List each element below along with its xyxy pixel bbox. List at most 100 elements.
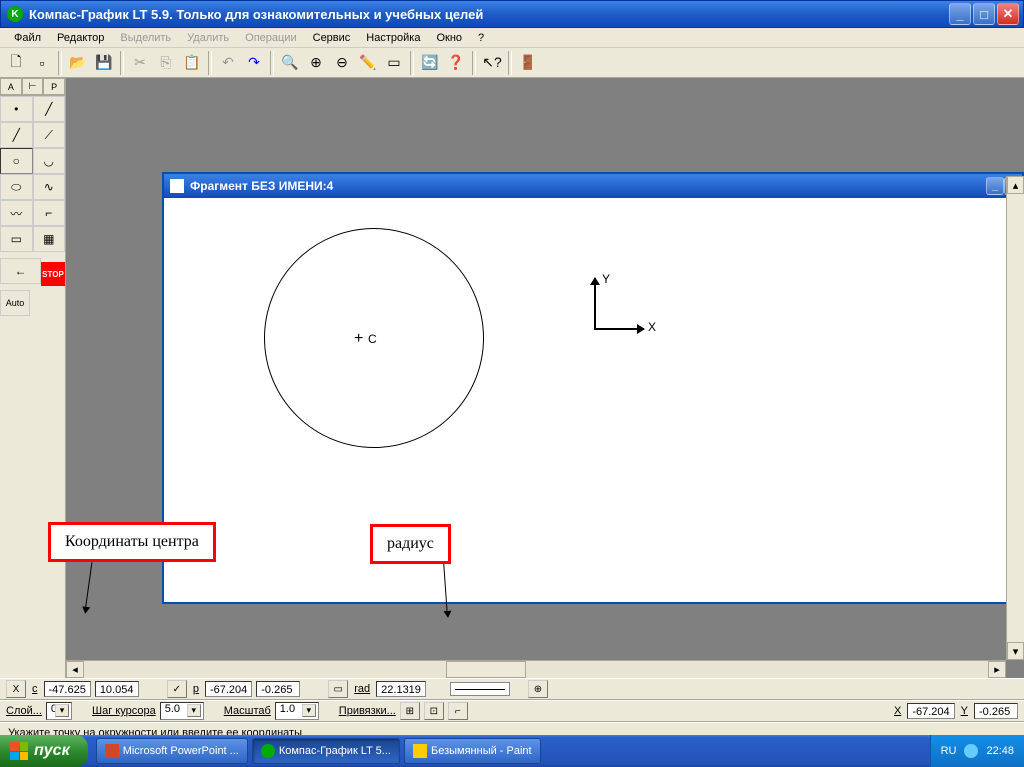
tool-rect[interactable]: ▭ (0, 226, 33, 252)
tool-hatch[interactable]: ▦ (33, 226, 66, 252)
taskbar-item-kompas[interactable]: Компас-График LT 5... (252, 738, 400, 764)
axes-toggle[interactable]: ⊕ (528, 680, 548, 698)
document-titlebar[interactable]: Фрагмент БЕЗ ИМЕНИ:4 _ □ (164, 174, 1022, 198)
main-area: A ⊢ P • ╱ ╱ ⟋ ○ ◡ ⬭ ∿ 〰 ⌐ ▭ ▦ ← STOP Aut… (0, 78, 1024, 678)
menu-window[interactable]: Окно (428, 30, 470, 46)
horizontal-scrollbar[interactable]: ◂ ▸ (66, 660, 1006, 678)
tool-back[interactable]: ← (0, 258, 41, 284)
windows-logo-icon (10, 742, 28, 760)
tool-point[interactable]: • (0, 96, 33, 122)
menu-editor[interactable]: Редактор (49, 30, 112, 46)
taskbar-item-powerpoint[interactable]: Microsoft PowerPoint ... (96, 738, 248, 764)
layer-selector[interactable]: 0 (46, 702, 72, 720)
menubar: Файл Редактор Выделить Удалить Операции … (0, 28, 1024, 48)
zoom-in-button[interactable]: ⊕ (304, 51, 328, 75)
start-button[interactable]: пуск (0, 735, 88, 767)
line-style-selector[interactable] (450, 682, 510, 696)
refresh-button[interactable]: 🔄 (418, 51, 442, 75)
workspace: Фрагмент БЕЗ ИМЕНИ:4 _ □ С Y X (66, 78, 1024, 678)
properties-button[interactable]: ❓ (444, 51, 468, 75)
taskbar-item-paint[interactable]: Безымянный - Paint (404, 738, 541, 764)
point-label: p (191, 683, 201, 695)
y-axis-label: Y (602, 272, 610, 286)
open-button[interactable]: 📂 (66, 51, 90, 75)
scroll-left-button[interactable]: ◂ (66, 661, 84, 678)
zoom-fit-button[interactable]: 🔍 (278, 51, 302, 75)
scale-label: Масштаб (224, 705, 271, 717)
window-controls: _ □ ✕ (949, 3, 1019, 25)
new-doc-button[interactable]: 🗋 (4, 51, 28, 75)
scroll-up-button[interactable]: ▴ (1007, 176, 1024, 194)
cursor-x-label: X (892, 705, 903, 717)
stop-button[interactable]: STOP (41, 262, 65, 286)
redo-button[interactable]: ↷ (242, 51, 266, 75)
param-p-lock[interactable]: ✓ (167, 680, 187, 698)
tool-circle[interactable]: ○ (0, 148, 33, 174)
point-y-field[interactable]: -0.265 (256, 681, 300, 697)
tray-icon[interactable] (964, 744, 978, 758)
tool-arc[interactable]: ◡ (33, 148, 66, 174)
scroll-thumb[interactable] (446, 661, 526, 678)
maximize-button[interactable]: □ (973, 3, 995, 25)
param-rad-lock[interactable]: ▭ (328, 680, 348, 698)
paste-button[interactable]: 📋 (180, 51, 204, 75)
tool-grid: • ╱ ╱ ⟋ ○ ◡ ⬭ ∿ 〰 ⌐ ▭ ▦ (0, 96, 65, 252)
auto-button[interactable]: Auto (0, 290, 30, 316)
cursor-step-field[interactable]: 5.0 (160, 702, 204, 720)
snap-toggle-2[interactable]: ⊡ (424, 702, 444, 720)
system-tray: RU 22:48 (930, 735, 1024, 767)
cursor-y-field: -0.265 (974, 703, 1018, 719)
point-x-field[interactable]: -67.204 (205, 681, 252, 697)
clock[interactable]: 22:48 (986, 745, 1014, 757)
tool-spline[interactable]: ∿ (33, 174, 66, 200)
document-icon (170, 179, 184, 193)
menu-file[interactable]: Файл (6, 30, 49, 46)
tool-aux-line[interactable]: ╱ (33, 96, 66, 122)
vertical-scrollbar[interactable]: ▴ ▾ (1006, 176, 1024, 660)
center-marker: С (368, 332, 377, 346)
tab-measures[interactable]: ⊢ (22, 78, 44, 95)
drawing-canvas[interactable]: С Y X (164, 198, 1022, 602)
language-indicator[interactable]: RU (941, 745, 957, 757)
param-x-lock[interactable]: X (6, 680, 26, 698)
zoom-window-button[interactable]: ▭ (382, 51, 406, 75)
cursor-y-label: Y (959, 705, 970, 717)
center-x-field[interactable]: -47.625 (44, 681, 91, 697)
options-bar: Слой... 0 Шаг курсора 5.0 Масштаб 1.0 Пр… (0, 700, 1024, 722)
cursor-x-field: -67.204 (907, 703, 954, 719)
menu-delete: Удалить (179, 30, 237, 46)
snaps-button[interactable]: Привязки... (339, 705, 396, 717)
exit-button[interactable]: 🚪 (516, 51, 540, 75)
zoom-out-button[interactable]: ⊖ (330, 51, 354, 75)
copy-button[interactable]: ⎘ (154, 51, 178, 75)
menu-help[interactable]: ? (470, 30, 492, 46)
tool-fillet[interactable]: ⌐ (33, 200, 66, 226)
snap-toggle-3[interactable]: ⌐ (448, 702, 468, 720)
menu-settings[interactable]: Настройка (358, 30, 428, 46)
close-button[interactable]: ✕ (997, 3, 1019, 25)
cut-button[interactable]: ✂ (128, 51, 152, 75)
annotation-radius: радиус (370, 524, 451, 564)
center-label: c (30, 683, 40, 695)
scroll-right-button[interactable]: ▸ (988, 661, 1006, 678)
doc-minimize-button[interactable]: _ (986, 177, 1004, 195)
radius-field[interactable]: 22.1319 (376, 681, 426, 697)
scale-field[interactable]: 1.0 (275, 702, 319, 720)
scroll-down-button[interactable]: ▾ (1007, 642, 1024, 660)
tool-line[interactable]: ╱ (0, 122, 33, 148)
undo-button[interactable]: ↶ (216, 51, 240, 75)
tab-params[interactable]: P (43, 78, 65, 95)
tab-dims[interactable]: A (0, 78, 22, 95)
help-pointer-button[interactable]: ↖? (480, 51, 504, 75)
layer-button[interactable]: Слой... (6, 705, 42, 717)
tool-ellipse[interactable]: ⬭ (0, 174, 33, 200)
tool-bezier[interactable]: 〰 (0, 200, 33, 226)
minimize-button[interactable]: _ (949, 3, 971, 25)
snap-toggle-1[interactable]: ⊞ (400, 702, 420, 720)
save-button[interactable]: 💾 (92, 51, 116, 75)
center-y-field[interactable]: 10.054 (95, 681, 139, 697)
new-sheet-button[interactable]: ▫ (30, 51, 54, 75)
zoom-region-button[interactable]: ✏️ (356, 51, 380, 75)
menu-service[interactable]: Сервис (305, 30, 359, 46)
tool-polyline[interactable]: ⟋ (33, 122, 66, 148)
